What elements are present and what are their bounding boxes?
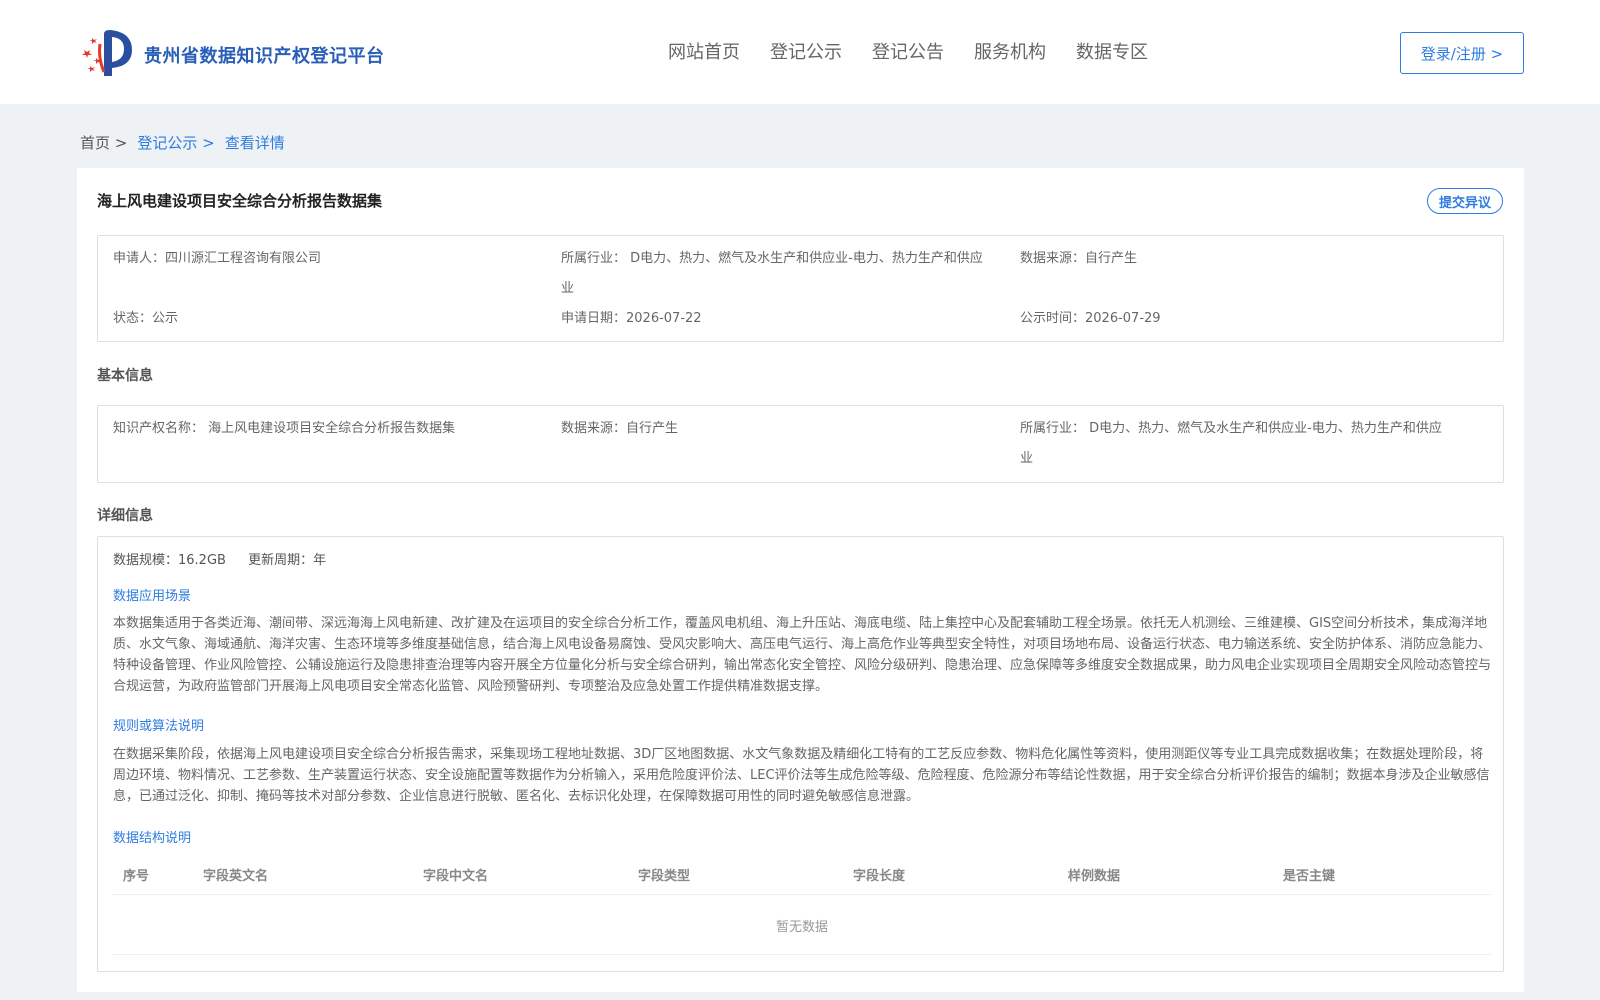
structure-heading: 数据结构说明	[113, 831, 192, 846]
algorithm-heading: 规则或算法说明	[113, 719, 205, 734]
platform-logo-icon[interactable]	[80, 28, 138, 78]
breadcrumb-home[interactable]: 首页 >	[80, 132, 127, 153]
basic-info-panel: 知识产权名称： 海上风电建设项目安全综合分析报告数据集 数据来源：自行产生 所属…	[97, 405, 1504, 483]
data-scale: 数据规模：16.2GB	[113, 553, 226, 568]
breadcrumb-current: 查看详情	[224, 134, 285, 152]
nav-item-announcement[interactable]: 登记公告	[872, 38, 944, 64]
main-nav: 网站首页 登记公示 登记公告 服务机构 数据专区	[668, 38, 1178, 64]
source-field: 数据来源：自行产生	[1020, 251, 1138, 266]
nav-item-public[interactable]: 登记公示	[770, 38, 842, 64]
top-header: 贵州省数据知识产权登记平台 网站首页 登记公示 登记公告 服务机构 数据专区 登…	[0, 0, 1600, 104]
nav-item-home[interactable]: 网站首页	[668, 38, 740, 64]
scale-line: 数据规模：16.2GB 更新周期：年	[113, 549, 344, 568]
basic-industry-field: 所属行业： D电力、热力、燃气及水生产和供应业-电力、热力生产和供应 业	[1020, 414, 1480, 474]
breadcrumb: 首页 > 登记公示 > 查看详情	[80, 132, 285, 153]
basic-industry-line-1: 所属行业： D电力、热力、燃气及水生产和供应业-电力、热力生产和供应	[1020, 421, 1442, 436]
basic-industry-line-2: 业	[1020, 451, 1034, 466]
th-index: 序号	[123, 869, 150, 884]
scenario-heading: 数据应用场景	[113, 589, 192, 604]
detail-info-panel: 数据规模：16.2GB 更新周期：年 数据应用场景 本数据集适用于各类近海、潮间…	[97, 536, 1504, 972]
table-empty-state: 暂无数据	[113, 897, 1491, 955]
th-english-name: 字段英文名	[203, 869, 269, 884]
structure-table-header: 序号 字段英文名 字段中文名 字段类型 字段长度 样例数据 是否主键	[113, 855, 1491, 895]
scenario-text: 本数据集适用于各类近海、潮间带、深远海海上风电新建、改扩建及在运项目的安全综合分…	[113, 616, 1492, 694]
basic-info-heading: 基本信息	[97, 368, 153, 384]
submit-objection-button[interactable]: 提交异议	[1427, 188, 1503, 214]
nav-item-data-zone[interactable]: 数据专区	[1076, 38, 1148, 64]
basic-source-field: 数据来源：自行产生	[561, 421, 679, 436]
ip-name-field: 知识产权名称： 海上风电建设项目安全综合分析报告数据集	[113, 421, 456, 436]
th-field-length: 字段长度	[853, 869, 906, 884]
publish-date-field: 公示时间：2026-07-29	[1020, 311, 1161, 326]
page-title: 海上风电建设项目安全综合分析报告数据集	[97, 192, 383, 210]
th-primary-key: 是否主键	[1283, 869, 1336, 884]
nav-item-service[interactable]: 服务机构	[974, 38, 1046, 64]
th-sample-data: 样例数据	[1068, 869, 1121, 884]
status-field: 状态：公示	[113, 311, 179, 326]
apply-date-field: 申请日期：2026-07-22	[561, 311, 702, 326]
applicant-field: 申请人：四川源汇工程咨询有限公司	[113, 251, 322, 266]
update-cycle: 更新周期：年	[248, 553, 327, 568]
industry-line-1: 所属行业： D电力、热力、燃气及水生产和供应业-电力、热力生产和供应	[561, 251, 983, 266]
site-title[interactable]: 贵州省数据知识产权登记平台	[144, 42, 385, 68]
th-field-type: 字段类型	[638, 869, 691, 884]
industry-field: 所属行业： D电力、热力、燃气及水生产和供应业-电力、热力生产和供应 业	[561, 244, 1011, 304]
industry-line-2: 业	[561, 281, 575, 296]
breadcrumb-public[interactable]: 登记公示 >	[137, 132, 214, 153]
login-register-button[interactable]: 登录/注册 >	[1400, 32, 1524, 74]
algorithm-text: 在数据采集阶段，依据海上风电建设项目安全综合分析报告需求，采集现场工程地址数据、…	[113, 747, 1490, 804]
th-chinese-name: 字段中文名	[423, 869, 489, 884]
detail-info-heading: 详细信息	[97, 508, 153, 524]
detail-card: 海上风电建设项目安全综合分析报告数据集 提交异议 申请人：四川源汇工程咨询有限公…	[77, 168, 1524, 992]
summary-panel: 申请人：四川源汇工程咨询有限公司 所属行业： D电力、热力、燃气及水生产和供应业…	[97, 235, 1504, 342]
